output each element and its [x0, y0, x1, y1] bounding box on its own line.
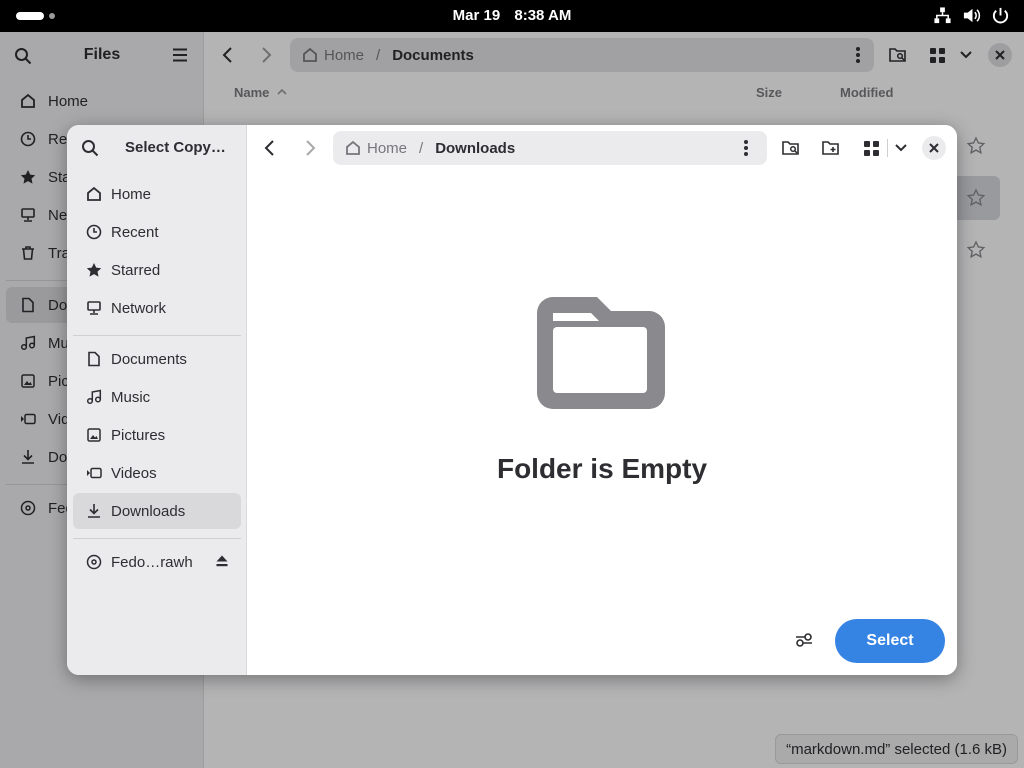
- search-icon[interactable]: [81, 139, 99, 157]
- dialog-sidebar: Select Copy… Home Recent Starred Network…: [67, 125, 247, 675]
- chevron-down-icon: [895, 144, 907, 152]
- close-button[interactable]: [922, 136, 946, 160]
- search-folder-icon: [782, 141, 799, 155]
- sidebar-item-network[interactable]: Network: [73, 290, 241, 326]
- view-mode-button[interactable]: [854, 131, 888, 165]
- network-icon: [934, 7, 951, 24]
- sidebar-item-label: Downloads: [111, 502, 186, 520]
- close-icon: [929, 143, 939, 153]
- sidebar-item-recent[interactable]: Recent: [73, 214, 241, 250]
- sidebar-item-label: Home: [111, 185, 152, 203]
- path-menu-button[interactable]: [729, 131, 763, 165]
- search-folder-button[interactable]: [774, 131, 808, 165]
- volume-icon: [963, 8, 981, 23]
- sidebar-item-videos[interactable]: Videos: [73, 455, 241, 491]
- clock[interactable]: Mar 19 8:38 AM: [0, 7, 1024, 24]
- sidebar-item-label: Starred: [111, 261, 161, 279]
- video-icon: [85, 464, 103, 482]
- sidebar-item-label: Recent: [111, 223, 159, 241]
- sidebar-item-documents[interactable]: Documents: [73, 341, 241, 377]
- system-tray[interactable]: [933, 6, 1010, 25]
- select-button[interactable]: Select: [835, 619, 945, 663]
- forward-button[interactable]: [293, 131, 327, 165]
- pathbar[interactable]: Home / Downloads: [333, 131, 767, 165]
- options-button[interactable]: [787, 623, 821, 657]
- new-folder-button[interactable]: [814, 131, 848, 165]
- sidebar-separator: [73, 335, 241, 336]
- sidebar-item-label: Network: [111, 299, 167, 317]
- breadcrumb-current[interactable]: Downloads: [435, 140, 515, 157]
- clock-time: 8:38 AM: [514, 7, 572, 24]
- top-bar: Mar 19 8:38 AM: [0, 0, 1024, 32]
- empty-folder-message: Folder is Empty: [496, 453, 708, 484]
- empty-folder-icon: [537, 297, 665, 409]
- disk-icon: [85, 553, 103, 571]
- home-icon: [85, 185, 103, 203]
- sidebar-item-fedora-drive[interactable]: Fedo…rawh: [73, 544, 241, 580]
- music-icon: [85, 388, 103, 406]
- sidebar-item-label: Pictures: [111, 426, 166, 444]
- sidebar-item-label: Videos: [111, 464, 157, 482]
- breadcrumb-separator: /: [419, 139, 424, 157]
- file-chooser-dialog: Select Copy… Home Recent Starred Network…: [67, 125, 957, 675]
- sidebar-item-label: Music: [111, 388, 151, 406]
- sidebar-item-downloads[interactable]: Downloads: [73, 493, 241, 529]
- sidebar-item-starred[interactable]: Starred: [73, 252, 241, 288]
- grid-view-icon: [863, 140, 879, 156]
- dialog-main: Home / Downloads Folder is Empty Select: [247, 125, 957, 675]
- view-divider: [887, 139, 888, 157]
- clock-date: Mar 19: [452, 7, 501, 24]
- dialog-title: Select Copy…: [125, 139, 226, 156]
- eject-icon[interactable]: [215, 554, 229, 568]
- star-icon: [85, 261, 103, 279]
- kebab-icon: [744, 140, 748, 156]
- sidebar-item-pictures[interactable]: Pictures: [73, 417, 241, 453]
- sidebar-item-label: Fedo…rawh: [111, 553, 193, 571]
- picture-icon: [85, 426, 103, 444]
- dialog-sidebar-header: Select Copy…: [67, 125, 247, 171]
- breadcrumb-home[interactable]: Home: [367, 140, 407, 157]
- back-button[interactable]: [253, 131, 287, 165]
- sidebar-item-home[interactable]: Home: [73, 176, 241, 212]
- new-folder-icon: [822, 141, 839, 155]
- sidebar-item-music[interactable]: Music: [73, 379, 241, 415]
- view-options-button[interactable]: [890, 131, 912, 165]
- sidebar-separator: [73, 538, 241, 539]
- document-icon: [85, 350, 103, 368]
- network-icon: [85, 299, 103, 317]
- back-icon: [264, 140, 274, 156]
- forward-icon: [306, 140, 316, 156]
- clock-icon: [85, 223, 103, 241]
- download-icon: [85, 502, 103, 520]
- home-icon: [345, 140, 361, 156]
- power-icon: [992, 7, 1009, 24]
- sidebar-item-label: Documents: [111, 350, 187, 368]
- options-icon: [796, 633, 812, 647]
